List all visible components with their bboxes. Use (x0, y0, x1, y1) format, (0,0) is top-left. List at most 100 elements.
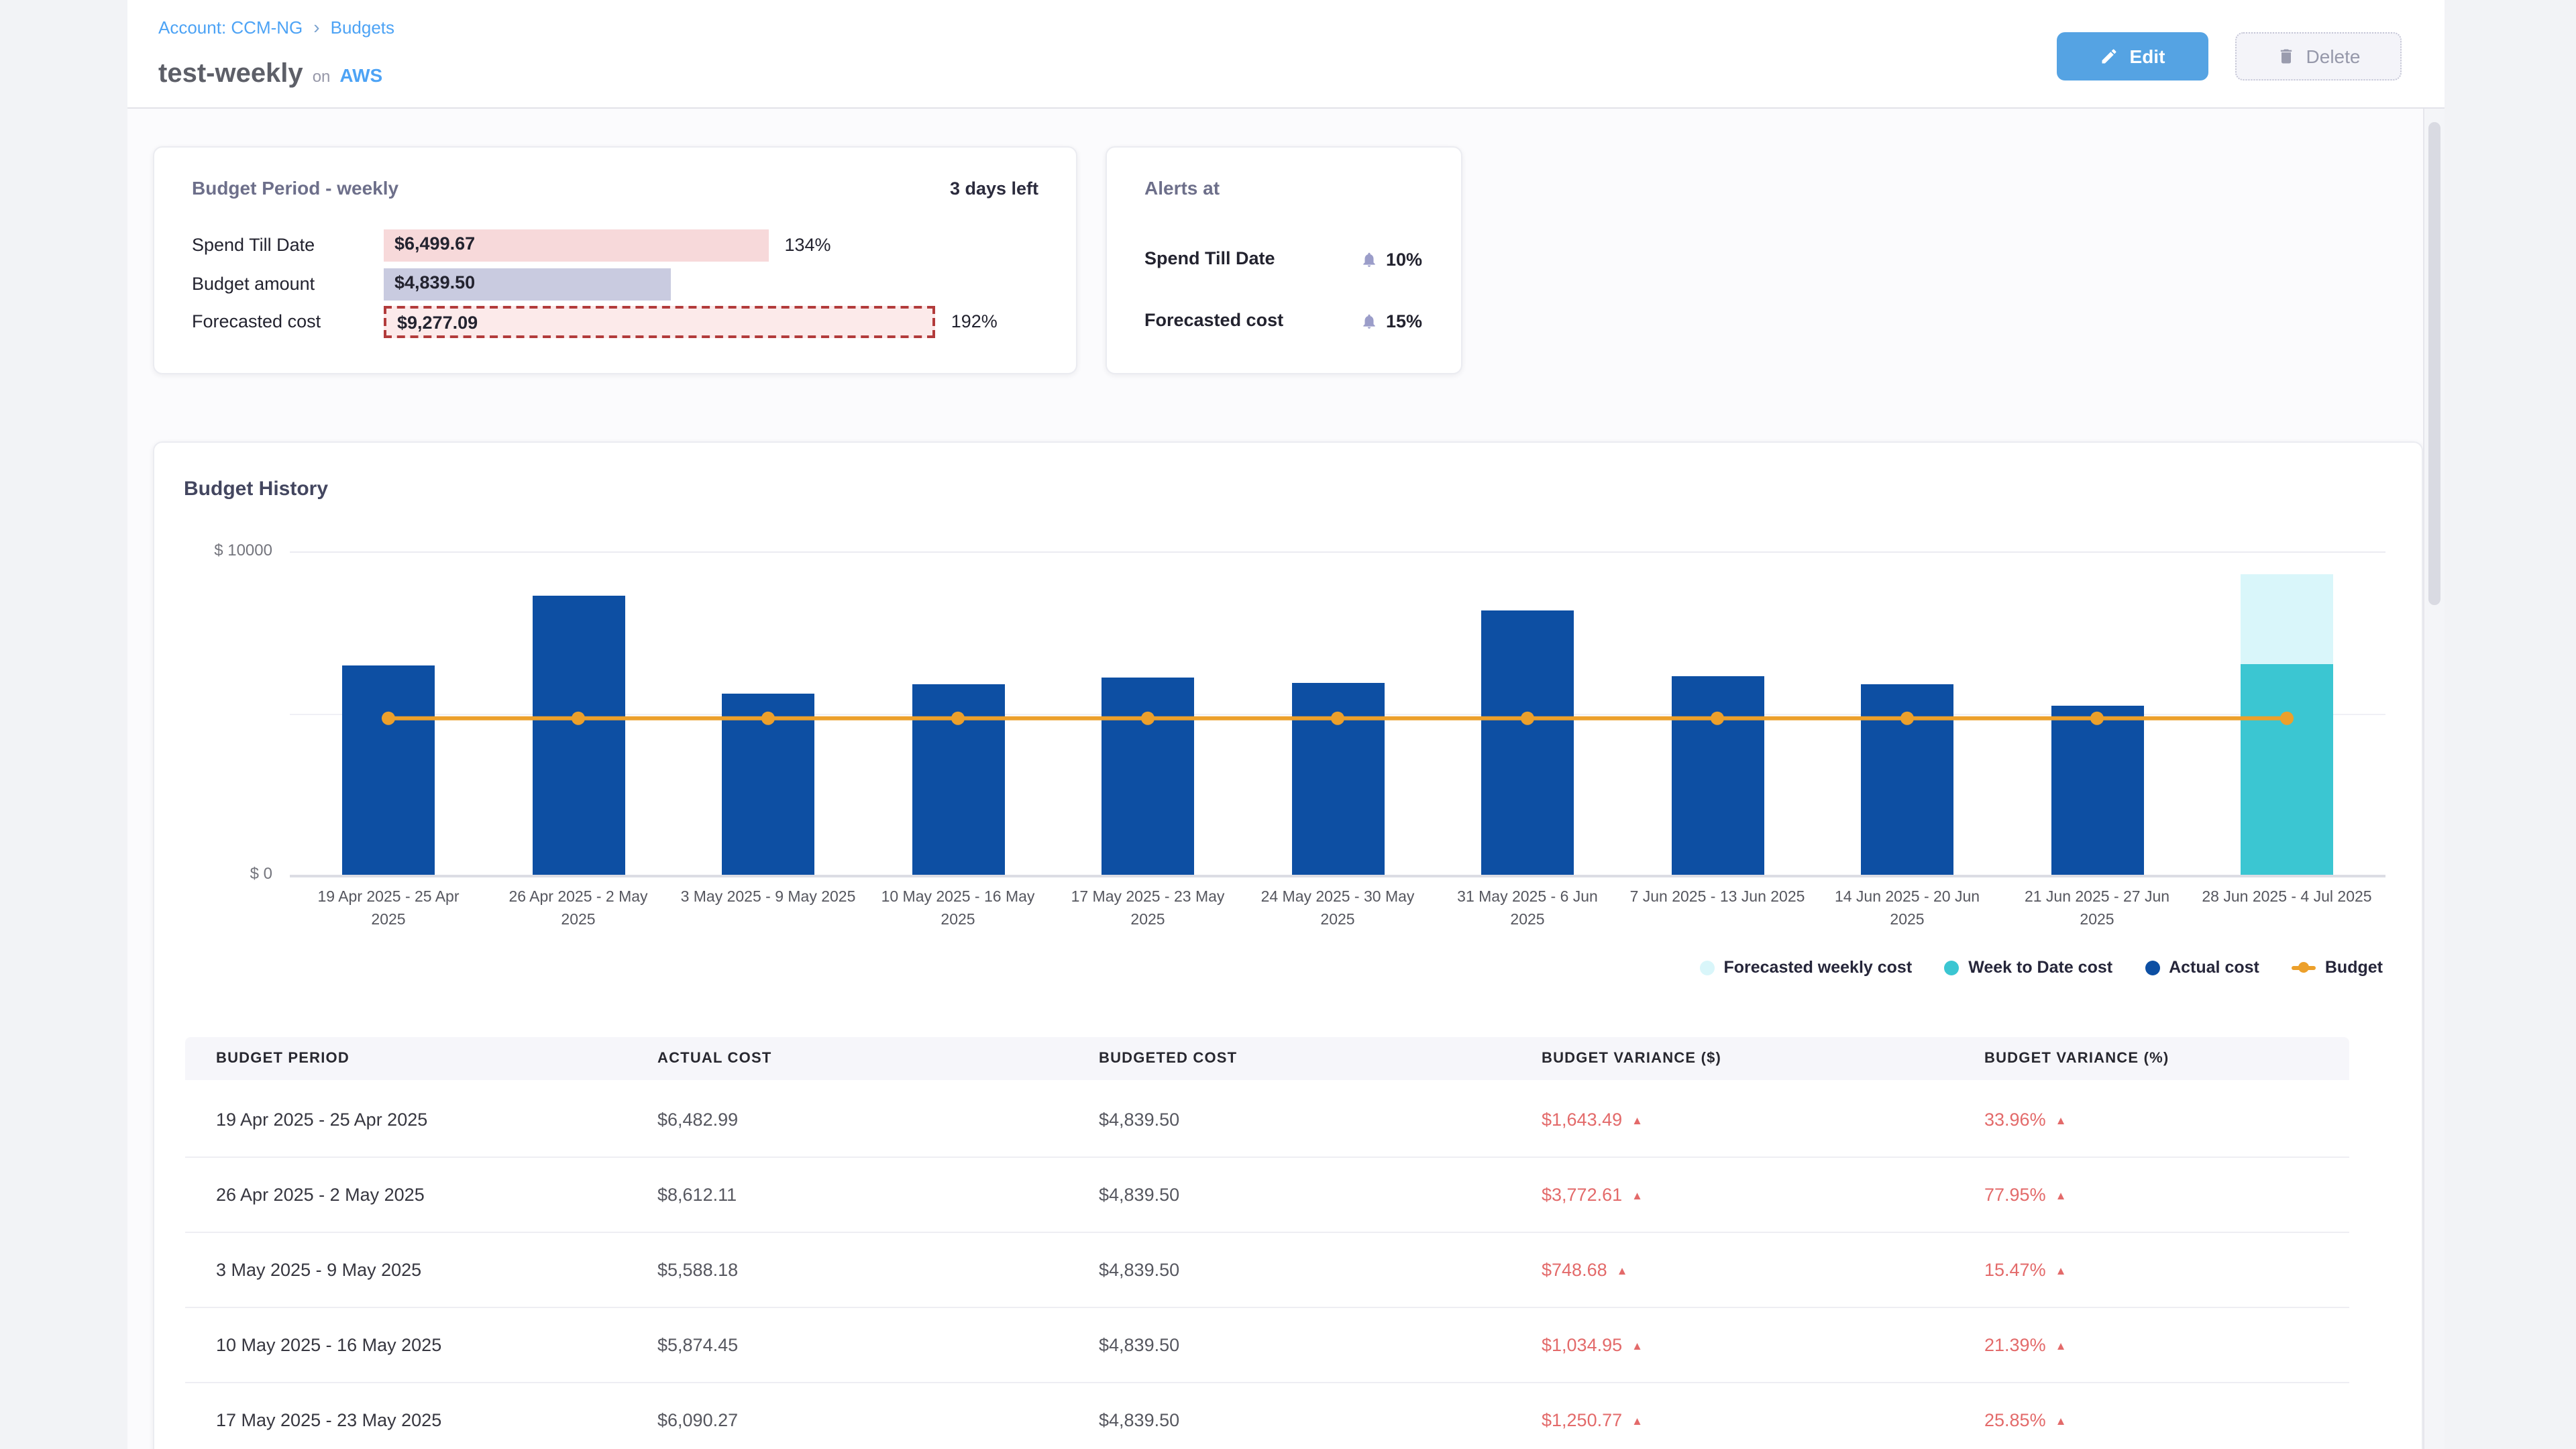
delete-button[interactable]: Delete (2235, 32, 2402, 80)
table-column-header: BUDGET PERIOD (216, 1037, 350, 1080)
budget-period-row-label: Budget amount (192, 268, 315, 300)
alert-row: Spend Till Date10% (1107, 243, 1461, 275)
up-arrow-icon: ▲ (2055, 1308, 2067, 1383)
budget-period-row: Forecasted cost$9,277.09192% (154, 306, 1076, 338)
scrollbar-thumb[interactable] (2428, 122, 2440, 605)
main-panel: Account: CCM-NG › Budgets test-weekly on… (127, 0, 2445, 1449)
actual-cost-cell: $6,090.27 (657, 1383, 738, 1449)
legend-marker-icon (2145, 960, 2159, 975)
budget-history-title: Budget History (184, 478, 328, 500)
variance-value: 25.85% (1984, 1383, 2046, 1449)
variance-usd-cell: $748.68▲ (1542, 1233, 1627, 1308)
variance-pct-cell: 15.47%▲ (1984, 1233, 2066, 1308)
x-axis-baseline (290, 875, 2385, 877)
actual-cost-bar[interactable] (1481, 610, 1574, 875)
variance-value: $748.68 (1542, 1233, 1607, 1308)
budget-period-row: Budget amount $4,839.50 (154, 268, 1076, 300)
budget-detail-page: Account: CCM-NG › Budgets test-weekly on… (0, 0, 2576, 1449)
actual-cost-bar[interactable] (2051, 706, 2143, 875)
variance-value: 33.96% (1984, 1083, 2046, 1158)
legend-line-marker-icon (2292, 965, 2316, 969)
breadcrumb-budgets-link[interactable]: Budgets (331, 17, 394, 37)
budget-period-row-label: Forecasted cost (192, 306, 321, 338)
week-to-date-cost-bar[interactable] (2241, 665, 2333, 875)
up-arrow-icon: ▲ (2055, 1233, 2067, 1308)
alerts-card-title: Alerts at (1144, 177, 1220, 199)
actual-cost-bar[interactable] (532, 596, 625, 875)
title-connector: on (313, 67, 331, 86)
budgeted-cost-cell: $4,839.50 (1099, 1308, 1179, 1383)
up-arrow-icon: ▲ (2055, 1158, 2067, 1233)
table-column-header: BUDGET VARIANCE ($) (1542, 1037, 1721, 1080)
variance-value: 15.47% (1984, 1233, 2046, 1308)
x-axis-category-label: 14 Jun 2025 - 20 Jun 2025 (1819, 887, 1996, 932)
x-axis-category-label: 10 May 2025 - 16 May 2025 (869, 887, 1046, 932)
table-body: 19 Apr 2025 - 25 Apr 2025$6,482.99$4,839… (185, 1083, 2349, 1449)
budget-period-card: Budget Period - weekly 3 days left Spend… (153, 146, 1077, 374)
edit-button[interactable]: Edit (2057, 32, 2208, 80)
breadcrumb-account-link[interactable]: Account: CCM-NG (158, 17, 303, 37)
variance-value: $1,643.49 (1542, 1083, 1622, 1158)
alert-row: Forecasted cost15% (1107, 305, 1461, 337)
variance-value: 77.95% (1984, 1158, 2046, 1233)
breadcrumb: Account: CCM-NG › Budgets (158, 16, 394, 38)
up-arrow-icon: ▲ (1617, 1233, 1628, 1308)
forecasted-weekly-cost-bar[interactable] (2241, 575, 2333, 665)
table-row: 26 Apr 2025 - 2 May 2025$8,612.11$4,839.… (185, 1158, 2349, 1233)
variance-usd-cell: $1,250.77▲ (1542, 1383, 1643, 1449)
actual-cost-bar[interactable] (722, 694, 814, 875)
up-arrow-icon: ▲ (1631, 1383, 1643, 1449)
x-axis-category-label: 19 Apr 2025 - 25 Apr 2025 (300, 887, 477, 932)
legend-line-dot (2298, 962, 2309, 973)
page-title: test-weekly (158, 59, 303, 90)
x-axis-category-label: 7 Jun 2025 - 13 Jun 2025 (1629, 887, 1806, 909)
gridline-10000 (290, 551, 2385, 553)
x-axis-category-label: 26 Apr 2025 - 2 May 2025 (490, 887, 667, 932)
spend-value: $6,499.67 (394, 229, 475, 258)
table-column-header: BUDGET VARIANCE (%) (1984, 1037, 2169, 1080)
edit-button-label: Edit (2130, 46, 2165, 67)
budgeted-cost-cell: $4,839.50 (1099, 1083, 1179, 1158)
alerts-card: Alerts at Spend Till Date10% Forecasted c… (1106, 146, 1462, 374)
table-row: 10 May 2025 - 16 May 2025$5,874.45$4,839… (185, 1308, 2349, 1383)
legend-label: Forecasted weekly cost (1723, 958, 1912, 977)
spend-percent-label: 134% (785, 229, 831, 262)
legend-item-forecasted-weekly-cost[interactable]: Forecasted weekly cost (1699, 958, 1912, 977)
vertical-scrollbar[interactable] (2423, 109, 2445, 1449)
legend-item-budget[interactable]: Budget (2292, 958, 2383, 977)
breadcrumb-separator-icon: › (313, 16, 319, 38)
bell-icon (1360, 250, 1378, 268)
y-axis-tick-label: $ 0 (165, 864, 272, 883)
actual-cost-bar[interactable] (1291, 682, 1384, 875)
budgeted-cost-cell: $4,839.50 (1099, 1233, 1179, 1308)
budgeted-cost-cell: $4,839.50 (1099, 1383, 1179, 1449)
actual-cost-bar[interactable] (1861, 684, 1953, 875)
alert-threshold-value: 15% (1386, 311, 1422, 331)
actual-cost-bar[interactable] (1102, 678, 1194, 875)
legend-item-actual-cost[interactable]: Actual cost (2145, 958, 2259, 977)
actual-cost-bar[interactable] (1671, 676, 1764, 875)
budgeted-cost-cell: $4,839.50 (1099, 1158, 1179, 1233)
actual-cost-bar[interactable] (342, 665, 435, 875)
table-column-header: ACTUAL COST (657, 1037, 771, 1080)
legend-marker-icon (1944, 960, 1959, 975)
page-header: Account: CCM-NG › Budgets test-weekly on… (127, 0, 2445, 109)
variance-usd-cell: $1,034.95▲ (1542, 1308, 1643, 1383)
x-axis-category-label: 17 May 2025 - 23 May 2025 (1059, 887, 1236, 932)
actual-cost-bar[interactable] (912, 685, 1004, 875)
x-axis-category-label: 28 Jun 2025 - 4 Jul 2025 (2198, 887, 2375, 909)
legend-label: Budget (2325, 958, 2383, 977)
variance-pct-cell: 77.95%▲ (1984, 1158, 2066, 1233)
actual-cost-cell: $5,588.18 (657, 1233, 738, 1308)
budget-bar: $4,839.50 (384, 268, 671, 300)
forecast-percent-label: 192% (951, 306, 998, 338)
table-column-header: BUDGETED COST (1099, 1037, 1237, 1080)
alert-threshold: 10% (1360, 243, 1422, 275)
chart-legend: Forecasted weekly cost Week to Date cost A… (1699, 958, 2383, 977)
legend-marker-icon (1699, 960, 1714, 975)
variance-pct-cell: 21.39%▲ (1984, 1308, 2066, 1383)
period-cell: 3 May 2025 - 9 May 2025 (216, 1233, 421, 1308)
legend-item-week-to-date-cost[interactable]: Week to Date cost (1944, 958, 2112, 977)
x-axis-category-label: 31 May 2025 - 6 Jun 2025 (1439, 887, 1616, 932)
spend-bar: $6,499.67 (384, 229, 769, 262)
